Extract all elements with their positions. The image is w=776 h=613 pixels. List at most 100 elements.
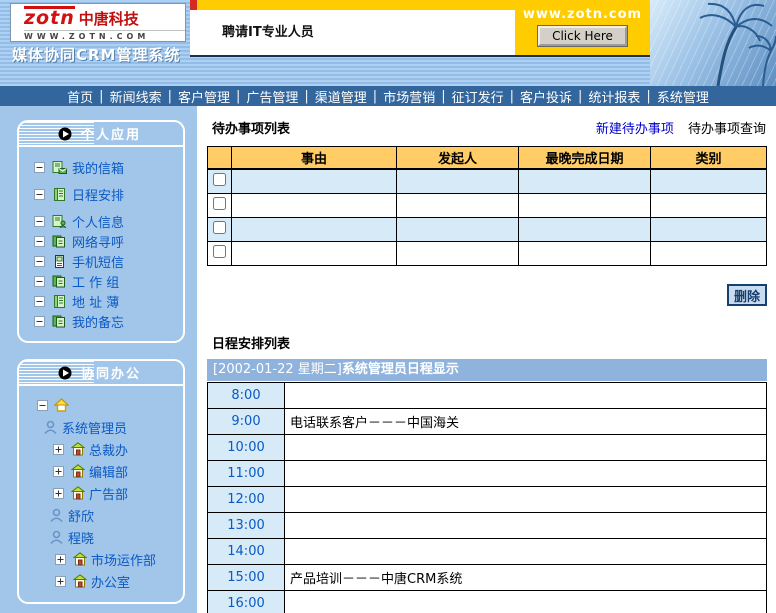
click-here-button[interactable]: Click Here: [538, 26, 627, 46]
nav-separator: |: [166, 89, 174, 104]
minus-box-icon[interactable]: [32, 189, 47, 200]
todo-cell: [519, 194, 651, 218]
todo-row-checkbox[interactable]: [213, 173, 226, 186]
main-content: 待办事项列表 新建待办事项 待办事项查询 事由发起人最晚完成日期类别 删除 日程…: [197, 106, 776, 613]
todo-column-header: 最晚完成日期: [519, 147, 651, 170]
page-body: 个人应用 我的信箱日程安排个人信息网络寻呼手机短信工 作 组地 址 薄我的备忘 …: [0, 106, 776, 613]
todo-cell: [519, 242, 651, 266]
palm-tree-image: [650, 0, 776, 86]
nav-item-4[interactable]: 广告管理: [242, 87, 302, 106]
crm-application-window: zotn 中唐科技 WWW.ZOTN.COM 媒体协同CRM管理系统 聘请IT专…: [0, 0, 776, 613]
new-todo-link[interactable]: 新建待办事项: [596, 122, 674, 137]
nav-item-3[interactable]: 客户管理: [174, 87, 234, 106]
todo-table-row: [208, 194, 767, 218]
schedule-time-cell: 16:00: [208, 591, 285, 613]
schedule-row: 9:00电话联系客户－－－中国海关: [208, 409, 767, 435]
notepad-icon: [52, 188, 67, 201]
nav-item-7[interactable]: 征订发行: [448, 87, 508, 106]
schedule-time-cell: 10:00: [208, 435, 285, 461]
page-header: zotn 中唐科技 WWW.ZOTN.COM 媒体协同CRM管理系统 聘请IT专…: [0, 0, 776, 86]
schedule-event-cell: [285, 435, 767, 461]
nav-item-5[interactable]: 渠道管理: [311, 87, 371, 106]
sidebar-item-label: 地 址 薄: [72, 292, 119, 311]
tree-node-label: 市场运作部: [91, 550, 156, 569]
schedule-row: 14:00: [208, 539, 767, 565]
schedule-time-cell: 14:00: [208, 539, 285, 565]
schedule-time-cell: 8:00: [208, 383, 285, 409]
nav-item-8[interactable]: 客户投诉: [516, 87, 576, 106]
tree-node[interactable]: 办公室: [27, 570, 183, 592]
tree-node[interactable]: 程晓: [27, 526, 183, 548]
schedule-time-cell: 13:00: [208, 513, 285, 539]
query-todo-link[interactable]: 待办事项查询: [688, 122, 766, 137]
tree-node-label: 广告部: [89, 484, 128, 503]
schedule-event-cell[interactable]: 电话联系客户－－－中国海关: [285, 409, 767, 435]
schedule-event-cell: [285, 513, 767, 539]
sidebar-item[interactable]: 我的信箱: [32, 157, 183, 177]
tree-node[interactable]: 舒欣: [27, 504, 183, 526]
personal-apps-panel-title: 个人应用: [81, 124, 141, 143]
ad-banner-text: 聘请IT专业人员: [222, 21, 515, 40]
nav-separator: |: [97, 89, 105, 104]
tree-node[interactable]: [27, 394, 183, 416]
sidebar-item[interactable]: 日程安排: [32, 184, 183, 204]
organization-tree: 系统管理员总裁办编辑部广告部舒欣程晓市场运作部办公室: [19, 386, 183, 594]
tree-node[interactable]: 总裁办: [27, 438, 183, 460]
nav-item-10[interactable]: 系统管理: [653, 87, 713, 106]
todo-row-checkbox[interactable]: [213, 245, 226, 258]
addressbook-icon: [52, 295, 67, 308]
nav-item-6[interactable]: 市场营销: [379, 87, 439, 106]
minus-box-icon[interactable]: [32, 256, 47, 267]
tree-node[interactable]: 系统管理员: [27, 416, 183, 438]
todo-row-checkbox[interactable]: [213, 197, 226, 210]
minus-box-icon[interactable]: [32, 236, 47, 247]
plus-box-icon[interactable]: [53, 554, 68, 565]
schedule-row: 13:00: [208, 513, 767, 539]
sidebar-item[interactable]: 地 址 薄: [32, 291, 183, 311]
todo-cell: [519, 169, 651, 194]
delete-button[interactable]: 删除: [727, 284, 767, 306]
tree-node[interactable]: 编辑部: [27, 460, 183, 482]
todo-cell: [651, 242, 767, 266]
minus-box-icon[interactable]: [35, 400, 50, 411]
person-icon: [49, 508, 64, 522]
todo-row-checkbox[interactable]: [213, 221, 226, 234]
nav-item-9[interactable]: 统计报表: [584, 87, 644, 106]
sidebar-item[interactable]: 网络寻呼: [32, 231, 183, 251]
schedule-row: 11:00: [208, 461, 767, 487]
plus-box-icon[interactable]: [51, 466, 66, 477]
ad-banner[interactable]: 聘请IT专业人员: [190, 0, 515, 57]
minus-box-icon[interactable]: [32, 276, 47, 287]
todo-cell: [232, 169, 397, 194]
minus-box-icon[interactable]: [32, 162, 47, 173]
personal-apps-list: 我的信箱日程安排个人信息网络寻呼手机短信工 作 组地 址 薄我的备忘: [19, 147, 183, 333]
plus-box-icon[interactable]: [51, 444, 66, 455]
todo-cell: [397, 218, 519, 242]
tree-node[interactable]: 广告部: [27, 482, 183, 504]
company-name: 中唐科技: [79, 10, 139, 28]
tree-node-label: 舒欣: [68, 506, 94, 525]
nav-item-1[interactable]: 首页: [63, 87, 97, 106]
sidebar-item[interactable]: 我的备忘: [32, 311, 183, 331]
nav-item-2[interactable]: 新闻线索: [106, 87, 166, 106]
tree-node[interactable]: 市场运作部: [27, 548, 183, 570]
ad-banner-url: www.zotn.com: [515, 7, 650, 22]
sidebar-item[interactable]: 手机短信: [32, 251, 183, 271]
play-circle-icon: [57, 127, 72, 141]
sidebar-item[interactable]: 工 作 组: [32, 271, 183, 291]
todo-checkbox-cell: [208, 242, 232, 266]
todo-cell: [651, 169, 767, 194]
sidebar-item-label: 工 作 组: [72, 272, 119, 291]
schedule-row: 10:00: [208, 435, 767, 461]
plus-box-icon[interactable]: [53, 576, 68, 587]
ad-banner-top-strip: [190, 0, 515, 10]
schedule-event-cell[interactable]: 产品培训－－－中唐CRM系统: [285, 565, 767, 591]
mail-icon: [52, 161, 67, 174]
plus-box-icon[interactable]: [51, 488, 66, 499]
nav-separator: |: [371, 89, 379, 104]
sidebar-item[interactable]: 个人信息: [32, 211, 183, 231]
minus-box-icon[interactable]: [32, 316, 47, 327]
todo-cell: [232, 218, 397, 242]
minus-box-icon[interactable]: [32, 296, 47, 307]
minus-box-icon[interactable]: [32, 216, 47, 227]
